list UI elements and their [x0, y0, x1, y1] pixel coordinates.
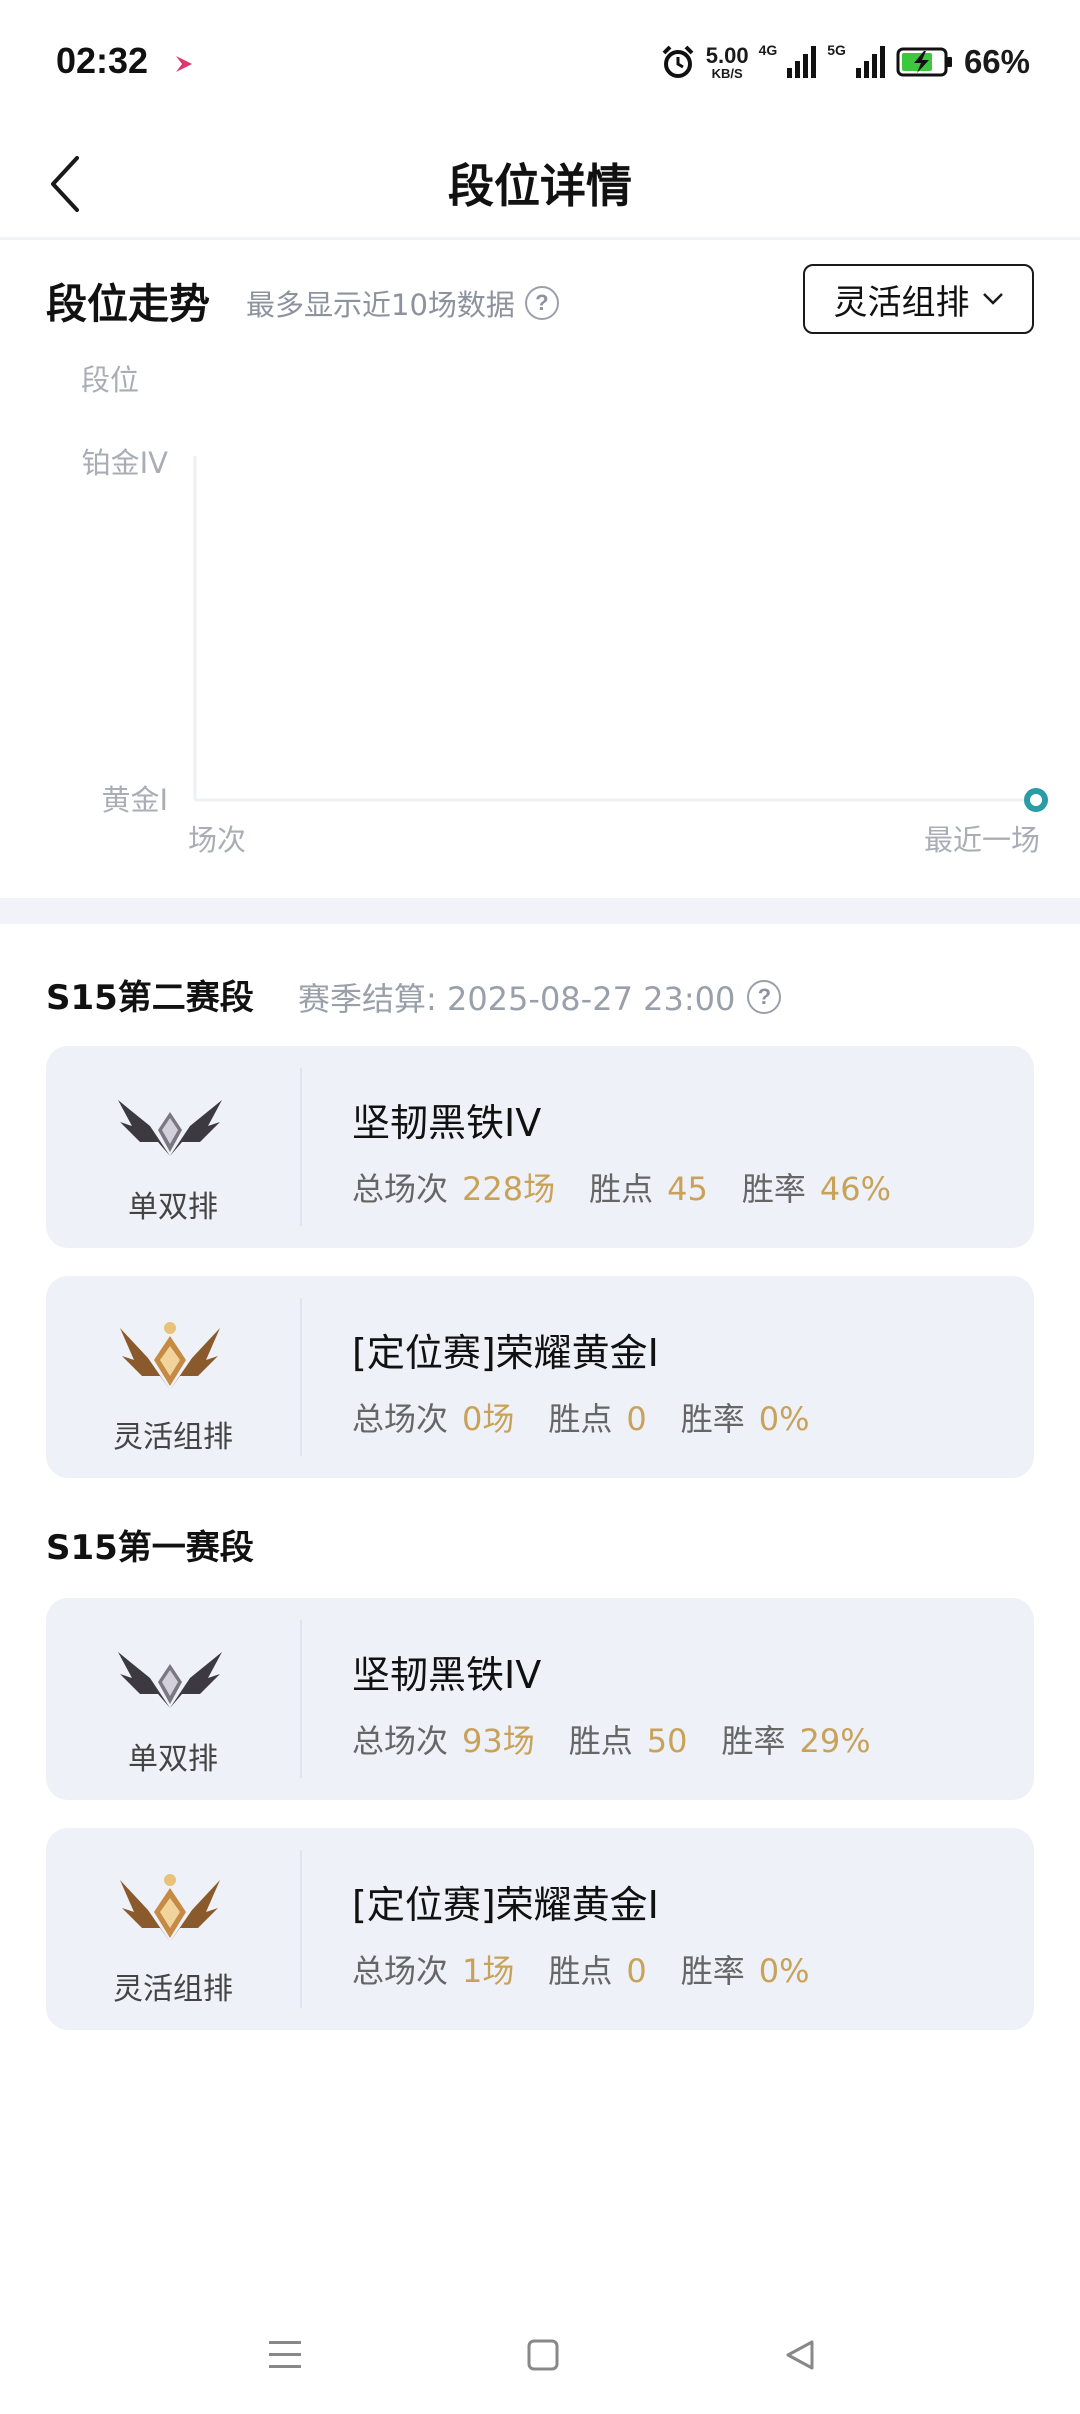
queue-label: 灵活组排 [113, 1972, 233, 2007]
gold-emblem-icon [120, 1322, 220, 1390]
trend-subtitle-text: 最多显示近10场数据 [246, 288, 515, 322]
rank-stats: 总场次 1场 胜点 0 胜率 0% [352, 1946, 810, 1992]
menu-icon [269, 2341, 301, 2368]
notification-icon [176, 56, 192, 72]
rank-stats: 总场次 0场 胜点 0 胜率 0% [352, 1394, 810, 1440]
points-stat: 胜点 0 [548, 1400, 647, 1438]
winrate-stat: 胜率 46% [741, 1170, 891, 1208]
rank-name: 坚韧黑铁IV [352, 1101, 542, 1145]
card-divider [300, 1068, 302, 1226]
page-title: 段位详情 [448, 159, 632, 213]
queue-label: 单双排 [128, 1190, 218, 1225]
battery-charging-icon [896, 47, 952, 77]
queue-label: 灵活组排 [113, 1420, 233, 1455]
chart-point [1024, 788, 1048, 812]
card-divider [300, 1850, 302, 2008]
points-stat: 胜点 50 [568, 1722, 688, 1760]
rank-card[interactable]: 单双排 坚韧黑铁IV 总场次 228场 胜点 45 胜率 46% [46, 1046, 1034, 1248]
x-label-start: 场次 [188, 823, 246, 857]
y-tick-label: 黄金I [101, 783, 168, 817]
games-stat: 总场次 1场 [352, 1952, 515, 1990]
winrate-stat: 胜率 0% [680, 1952, 810, 1990]
header-divider [0, 237, 1080, 240]
trend-title: 段位走势 [46, 280, 210, 328]
rank-card[interactable]: 灵活组排 [定位赛]荣耀黄金I 总场次 1场 胜点 0 胜率 0% [46, 1828, 1034, 2030]
rank-stats: 总场次 93场 胜点 50 胜率 29% [352, 1716, 871, 1762]
season-title: S15第一赛段 [46, 1528, 254, 1568]
season-settle: 赛季结算: 2025-08-27 23:00 ? [298, 974, 782, 1020]
battery-percent: 66% [963, 43, 1030, 80]
rank-name: [定位赛]荣耀黄金I [352, 1331, 659, 1375]
chart-ylabel: 段位 [81, 363, 139, 397]
section-divider [0, 898, 1080, 924]
home-button[interactable] [518, 2332, 568, 2378]
help-icon[interactable]: ? [747, 980, 782, 1014]
chevron-down-icon [982, 293, 1003, 305]
gold-emblem-icon [120, 1874, 220, 1942]
games-stat: 总场次 93场 [352, 1722, 535, 1760]
rank-name: [定位赛]荣耀黄金I [352, 1883, 659, 1927]
status-time: 02:32 [56, 40, 149, 81]
games-stat: 总场次 0场 [352, 1400, 515, 1438]
season-settle-text: 赛季结算: 2025-08-27 23:00 [298, 980, 736, 1018]
winrate-stat: 胜率 0% [680, 1400, 810, 1438]
mode-select-dropdown[interactable]: 灵活组排 [803, 264, 1034, 334]
net-speed: 5.00 KB/S [705, 42, 749, 81]
card-divider [300, 1298, 302, 1456]
x-label-end: 最近一场 [924, 823, 1040, 857]
queue-label: 单双排 [128, 1742, 218, 1777]
status-icons: 5.00 KB/S 4G 5G 66% [660, 38, 1030, 86]
points-stat: 胜点 0 [548, 1952, 647, 1990]
back-triangle-icon [786, 2340, 814, 2370]
back-nav-button[interactable] [774, 2332, 824, 2378]
card-divider [300, 1620, 302, 1778]
trend-subtitle: 最多显示近10场数据 ? [246, 282, 559, 324]
alarm-icon [662, 45, 694, 78]
rank-card[interactable]: 单双排 坚韧黑铁IV 总场次 93场 胜点 50 胜率 29% [46, 1598, 1034, 1800]
header: 段位详情 [0, 130, 1080, 240]
rank-stats: 总场次 228场 胜点 45 胜率 46% [352, 1164, 891, 1210]
help-icon[interactable]: ? [524, 286, 559, 320]
signal-icon [787, 46, 817, 78]
season-title: S15第二赛段 [46, 978, 254, 1018]
points-stat: 胜点 45 [589, 1170, 708, 1208]
rank-trend-chart: 段位 铂金IV 黄金I 场次 最近一场 [81, 363, 1048, 857]
signal-icon [855, 46, 885, 78]
menu-button[interactable] [260, 2332, 310, 2378]
status-bar: 02:32 5.00 KB/S 4G 5G 66% [0, 0, 1080, 130]
iron-emblem-icon [118, 1652, 222, 1708]
signal1-label: 4G [758, 42, 778, 58]
mode-select-value: 灵活组排 [833, 282, 970, 323]
rank-name: 坚韧黑铁IV [352, 1653, 542, 1697]
home-square-icon [527, 2339, 559, 2371]
games-stat: 总场次 228场 [352, 1170, 556, 1208]
signal2-label: 5G [827, 42, 846, 58]
rank-card[interactable]: 灵活组排 [定位赛]荣耀黄金I 总场次 0场 胜点 0 胜率 0% [46, 1276, 1034, 1478]
chart-series [1024, 788, 1048, 812]
system-nav-bar [0, 2310, 1080, 2400]
iron-emblem-icon [118, 1100, 222, 1156]
y-tick-label: 铂金IV [82, 446, 169, 480]
winrate-stat: 胜率 29% [721, 1722, 871, 1760]
